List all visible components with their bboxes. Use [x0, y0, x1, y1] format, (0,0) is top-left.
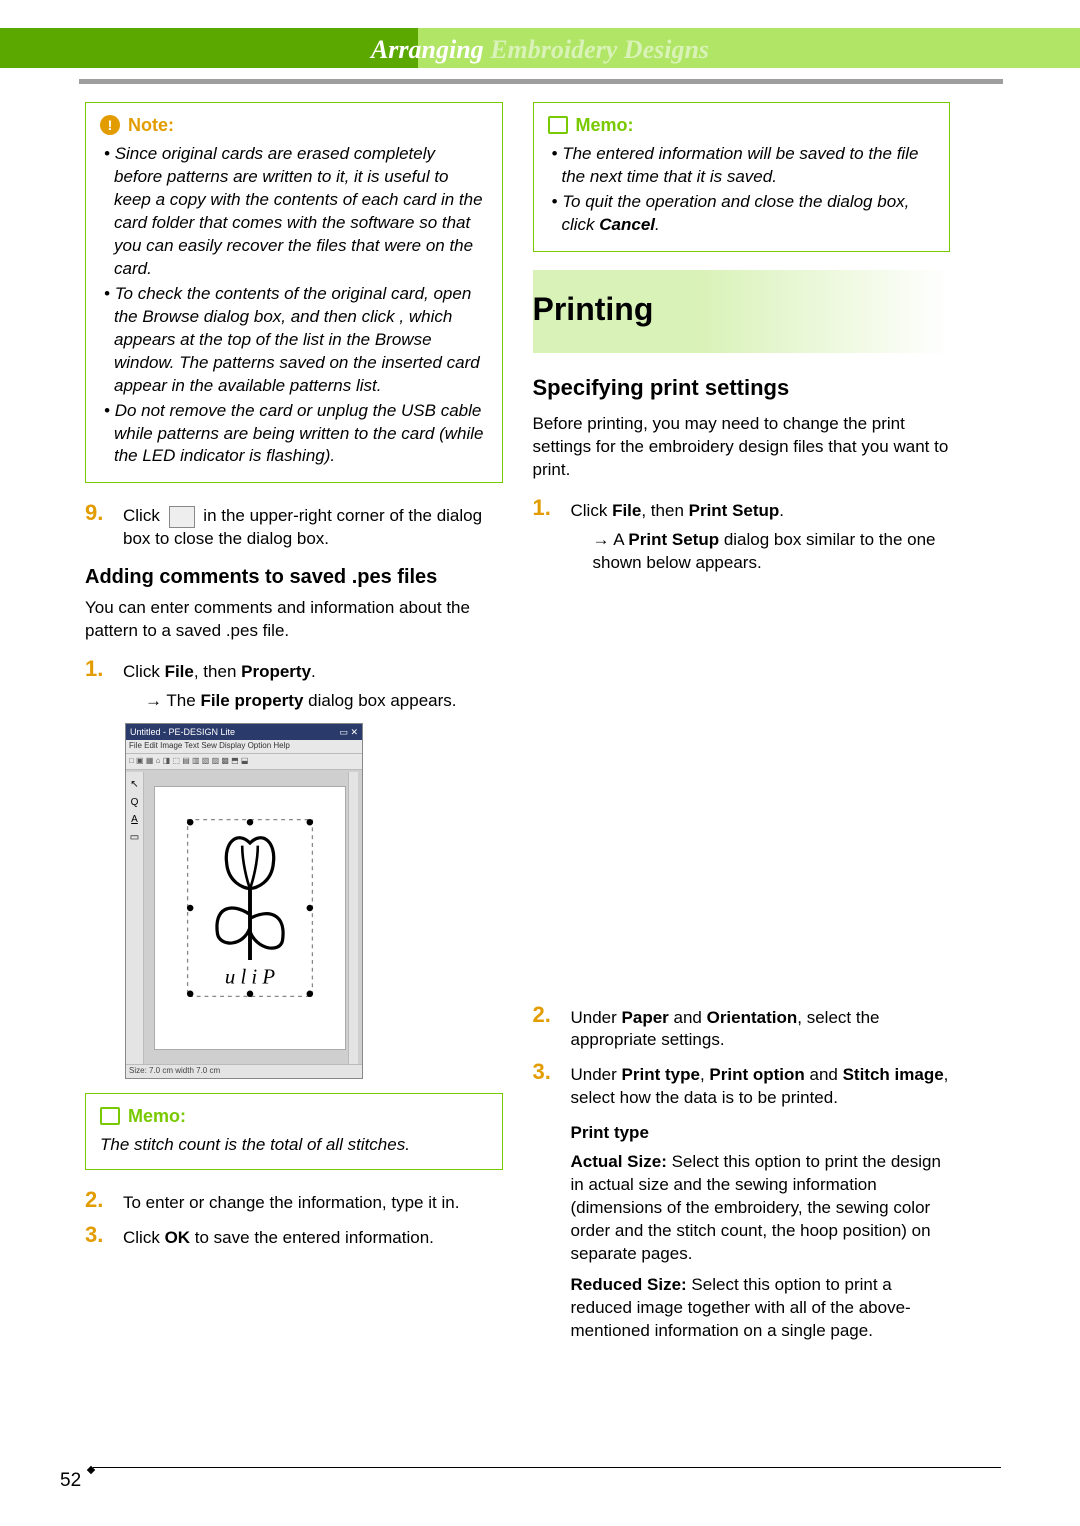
svg-text:u l i P: u l i P	[225, 965, 276, 988]
tool-icon: Q	[131, 796, 139, 810]
text: Click	[123, 662, 165, 681]
memo-title: Memo:	[128, 1104, 186, 1128]
memo-text: The stitch count is the total of all sti…	[100, 1134, 488, 1157]
bold-text: Print Setup	[628, 530, 719, 549]
screenshot-canvas: u l i P	[154, 786, 346, 1050]
actual-size-label: Actual Size:	[571, 1152, 667, 1171]
adding-intro: You can enter comments and information a…	[85, 597, 503, 643]
screenshot-statusbar: Size: 7.0 cm width 7.0 cm	[126, 1064, 362, 1078]
header-rule	[79, 79, 1003, 84]
text: .	[779, 501, 784, 520]
tool-icon: A	[131, 813, 138, 827]
screenshot-title-text: Untitled - PE-DESIGN Lite	[130, 726, 235, 738]
note-title: Note:	[128, 113, 174, 137]
text: , then	[194, 662, 241, 681]
left-column: ! Note: Since original cards are erased …	[85, 102, 503, 1351]
tool-icon: ▭	[130, 831, 139, 845]
text: → A	[593, 530, 629, 549]
step-number: 3.	[533, 1060, 559, 1084]
book-icon	[100, 1107, 120, 1125]
chapter-title: Arranging Embroidery Designs	[0, 32, 1080, 67]
screenshot-file-property: Untitled - PE-DESIGN Lite ▭ ✕ File Edit …	[125, 723, 363, 1079]
bold-text: Print option	[709, 1065, 804, 1084]
bold-text: OK	[165, 1228, 191, 1247]
screenshot-toolbar: □ ▣ ▦ ⌂ ◨ ⬚ ▤ ▥ ▧ ▨ ▩ ⬒ ⬓	[126, 754, 362, 770]
printing-heading-block: Printing	[533, 270, 951, 353]
text: Click	[571, 501, 613, 520]
step-number: 3.	[85, 1223, 111, 1247]
bold-text: File property	[200, 691, 303, 710]
right-column: Memo: The entered information will be sa…	[533, 102, 951, 1351]
step-text: Click	[123, 506, 165, 525]
screenshot-titlebar: Untitled - PE-DESIGN Lite ▭ ✕	[126, 724, 362, 740]
add-step-1: 1. Click File, then Property. → The File…	[85, 657, 503, 713]
scrollbar	[348, 772, 358, 1064]
step-text: To enter or change the information, type…	[123, 1193, 459, 1212]
text: dialog box appears.	[303, 691, 456, 710]
spec-intro: Before printing, you may need to change …	[533, 413, 951, 482]
text: , then	[641, 501, 688, 520]
specifying-heading: Specifying print settings	[533, 373, 951, 403]
text: and	[669, 1008, 707, 1027]
note-item: Do not remove the card or unplug the USB…	[104, 400, 488, 469]
screenshot-sidebar: ↖ Q A ▭	[126, 772, 144, 1064]
bold-text: File	[165, 662, 194, 681]
memo-item: The entered information will be saved to…	[552, 143, 936, 189]
book-icon	[548, 116, 568, 134]
add-step-2: 2. To enter or change the information, t…	[85, 1188, 503, 1215]
step-number: 9.	[85, 501, 111, 525]
print-step-1: 1. Click File, then Print Setup. → A Pri…	[533, 496, 951, 575]
print-step-2: 2. Under Paper and Orientation, select t…	[533, 1003, 951, 1053]
footer-rule	[93, 1467, 1001, 1469]
text: Click	[123, 1228, 165, 1247]
memo-title: Memo:	[576, 113, 634, 137]
page-number: 52	[60, 1468, 81, 1494]
print-step-3: 3. Under Print type, Print option and St…	[533, 1060, 951, 1342]
bold-text: Orientation	[707, 1008, 798, 1027]
memo-item: To quit the operation and close the dial…	[552, 191, 936, 237]
text: to save the entered information.	[190, 1228, 434, 1247]
close-icon	[169, 506, 195, 528]
subheading-adding-comments: Adding comments to saved .pes files	[85, 565, 503, 589]
note-item: To check the contents of the original ca…	[104, 283, 488, 398]
bold-text: Cancel	[599, 215, 655, 234]
bold-text: Print type	[622, 1065, 700, 1084]
print-type-heading: Print type	[571, 1122, 951, 1145]
note-callout: ! Note: Since original cards are erased …	[85, 102, 503, 483]
text: and	[805, 1065, 843, 1084]
note-item: Since original cards are erased complete…	[104, 143, 488, 281]
step-number: 1.	[85, 657, 111, 681]
text: The entered information will be saved to…	[562, 144, 919, 186]
header-text-light: Embroidery Designs	[490, 35, 709, 64]
text: → The	[145, 691, 200, 710]
memo-callout-2: Memo: The entered information will be sa…	[533, 102, 951, 252]
tool-icon: ↖	[130, 778, 138, 792]
step-number: 1.	[533, 496, 559, 520]
text: Under	[571, 1008, 622, 1027]
exclamation-icon: !	[100, 115, 120, 135]
step-number: 2.	[85, 1188, 111, 1212]
window-controls-icon: ▭ ✕	[339, 726, 358, 738]
bold-text: Print Setup	[689, 501, 780, 520]
step-9: 9. Click in the upper-right corner of th…	[85, 501, 503, 551]
text: .	[311, 662, 316, 681]
reduced-size-label: Reduced Size:	[571, 1275, 687, 1294]
header-text-dark: Arranging	[371, 35, 490, 64]
memo-callout-1: Memo: The stitch count is the total of a…	[85, 1093, 503, 1170]
screenshot-menu: File Edit Image Text Sew Display Option …	[126, 740, 362, 754]
tulip-design-icon: u l i P	[185, 817, 315, 999]
bold-text: Property	[241, 662, 311, 681]
text: ,	[700, 1065, 709, 1084]
bold-text: Stitch image	[843, 1065, 944, 1084]
dialog-placeholder	[533, 583, 951, 1003]
printing-heading: Printing	[533, 278, 939, 341]
bold-text: File	[612, 501, 641, 520]
step-number: 2.	[533, 1003, 559, 1027]
text: Under	[571, 1065, 622, 1084]
bold-text: Paper	[622, 1008, 669, 1027]
add-step-3: 3. Click OK to save the entered informat…	[85, 1223, 503, 1250]
